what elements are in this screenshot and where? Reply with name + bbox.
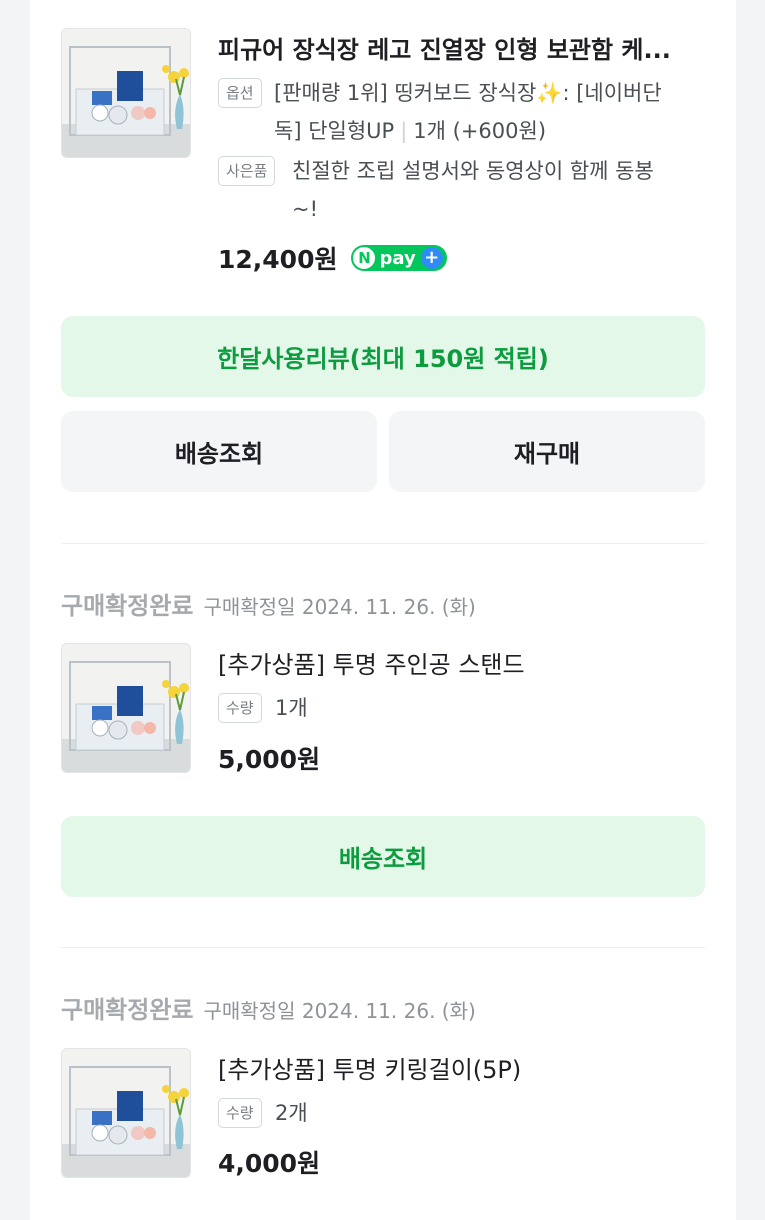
status-row: 구매확정완료 구매확정일 2024. 11. 26. (화)	[61, 586, 476, 621]
product-title[interactable]: [추가상품] 투명 주인공 스탠드	[218, 645, 525, 680]
qty-tag: 수량	[218, 693, 262, 723]
status-date: 구매확정일 2024. 11. 26. (화)	[203, 595, 476, 619]
status-row: 구매확정완료 구매확정일 2024. 11. 26. (화)	[61, 990, 476, 1025]
divider	[61, 947, 705, 948]
option-tag: 옵션	[218, 78, 262, 108]
product-thumbnail[interactable]	[61, 28, 191, 158]
order-card: 피규어 장식장 레고 진열장 인형 보관함 케... 옵션 [판매량 1위] 띵…	[30, 0, 736, 1220]
product-thumbnail[interactable]	[61, 1048, 191, 1178]
npay-n-icon: N	[353, 247, 376, 269]
gift-text: 친절한 조립 설명서와 동영상이 함께 동봉 ~!	[292, 159, 654, 221]
rebuy-button[interactable]: 재구매	[389, 411, 705, 492]
gift-tag: 사은품	[218, 156, 276, 186]
product-price: 4,000원	[218, 1149, 321, 1178]
qty-tag: 수량	[218, 1098, 262, 1128]
status-label: 구매확정완료	[61, 592, 194, 620]
npay-logo: N pay +	[351, 245, 447, 271]
monthly-review-button[interactable]: 한달사용리뷰(최대 150원 적립)	[61, 316, 705, 397]
plus-icon: +	[420, 247, 443, 269]
track-delivery-button[interactable]: 배송조회	[61, 411, 377, 492]
status-date: 구매확정일 2024. 11. 26. (화)	[203, 999, 476, 1023]
product-price: 12,400원	[218, 245, 338, 274]
divider	[61, 543, 705, 544]
track-delivery-button[interactable]: 배송조회	[61, 816, 705, 897]
status-label: 구매확정완료	[61, 996, 194, 1024]
product-thumbnail[interactable]	[61, 643, 191, 773]
price-row: 12,400원 N pay +	[218, 240, 447, 276]
product-title[interactable]: [추가상품] 투명 키링걸이(5P)	[218, 1050, 521, 1085]
product-title[interactable]: 피규어 장식장 레고 진열장 인형 보관함 케...	[218, 30, 708, 65]
product-price: 5,000원	[218, 745, 321, 774]
option-text: [판매량 1위] 띵커보드 장식장✨: [네이버단 독] 단일형UP | 1개 (+…	[274, 81, 662, 143]
qty-value: 2개	[275, 1101, 308, 1125]
qty-value: 1개	[275, 696, 308, 720]
